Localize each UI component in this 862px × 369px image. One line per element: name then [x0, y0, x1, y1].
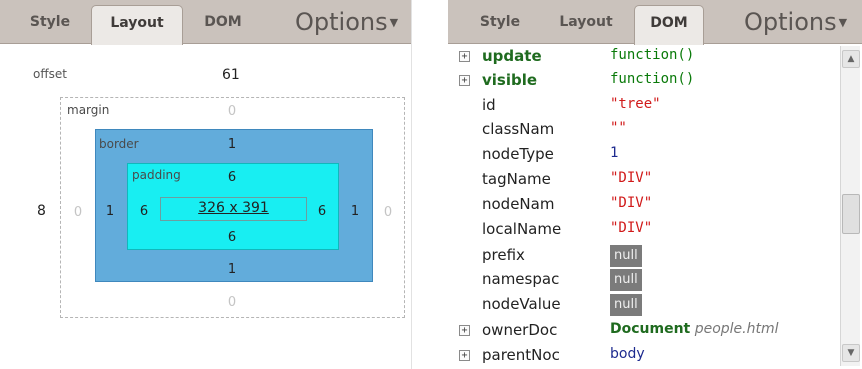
tab-layout[interactable]: Layout [545, 5, 627, 43]
property-name: tagName [482, 170, 551, 188]
dom-row[interactable]: localName "DIV" [448, 219, 838, 243]
padding-bottom-value: 6 [227, 230, 237, 245]
padding-top-value: 6 [227, 170, 237, 185]
padding-label: padding [132, 168, 181, 182]
offset-label: offset [33, 67, 67, 81]
dom-row[interactable]: id "tree" [448, 95, 838, 119]
null-badge: null [610, 294, 642, 316]
property-name: nodeValue [482, 295, 561, 313]
dom-row[interactable]: namespac null [448, 269, 838, 293]
object-type: Document [610, 321, 691, 337]
property-name: nodeType [482, 145, 554, 163]
dom-row[interactable]: + visible function() [448, 70, 838, 94]
scroll-down-icon[interactable]: ▼ [842, 344, 860, 362]
expand-icon[interactable]: + [459, 51, 470, 62]
dom-row[interactable]: nodeNam "DIV" [448, 194, 838, 218]
tab-dom[interactable]: DOM [634, 5, 704, 45]
padding-right-value: 6 [317, 204, 327, 219]
property-value[interactable]: Document people.html [610, 321, 779, 337]
property-name: visible [482, 71, 538, 89]
border-right-value: 1 [350, 204, 360, 219]
layout-panel: Style Layout DOM Options ▼ offset 61 8 ma… [0, 0, 412, 369]
property-value[interactable]: "tree" [610, 96, 661, 112]
border-top-value: 1 [227, 137, 237, 152]
scroll-up-icon[interactable]: ▲ [842, 50, 860, 68]
offset-left-value: 8 [37, 203, 46, 219]
dom-row[interactable]: + update function() [448, 46, 838, 70]
margin-bottom-value: 0 [227, 295, 237, 310]
dom-row[interactable]: tagName "DIV" [448, 169, 838, 193]
property-name: parentNoc [482, 346, 560, 364]
content-size: 326 x 391 [198, 200, 269, 216]
property-value[interactable]: "DIV" [610, 170, 652, 186]
property-name: nodeNam [482, 195, 555, 213]
property-value[interactable]: "DIV" [610, 220, 652, 236]
property-value[interactable]: function() [610, 71, 694, 87]
caret-down-icon: ▼ [838, 16, 848, 29]
dom-row[interactable]: prefix null [448, 245, 838, 269]
options-label: Options [295, 8, 388, 36]
dom-row[interactable]: nodeType 1 [448, 144, 838, 168]
dom-panel: Style Layout DOM Options ▼ + update funct… [448, 0, 862, 369]
options-menu[interactable]: Options ▼ [295, 6, 398, 39]
property-name: localName [482, 220, 562, 238]
margin-top-value: 0 [227, 104, 237, 119]
property-name: update [482, 47, 542, 65]
expand-icon[interactable]: + [459, 350, 470, 361]
dom-row[interactable]: + ownerDoc Document people.html [448, 320, 838, 344]
padding-left-value: 6 [139, 204, 149, 219]
property-value[interactable]: "DIV" [610, 195, 652, 211]
property-value[interactable]: "" [610, 120, 627, 136]
property-name: classNam [482, 120, 555, 138]
offset-top-value: 61 [222, 67, 240, 83]
object-file: people.html [694, 321, 779, 337]
tab-layout[interactable]: Layout [91, 5, 183, 45]
options-menu[interactable]: Options ▼ [744, 6, 847, 39]
scrollbar-thumb[interactable] [842, 194, 860, 234]
margin-right-value: 0 [383, 205, 393, 220]
property-value[interactable]: body [610, 346, 645, 362]
property-name: ownerDoc [482, 321, 558, 339]
property-value[interactable]: function() [610, 47, 694, 63]
margin-left-value: 0 [73, 205, 83, 220]
options-label: Options [744, 8, 837, 36]
tab-style[interactable]: Style [20, 5, 80, 43]
margin-label: margin [67, 103, 110, 117]
tab-dom[interactable]: DOM [192, 5, 254, 43]
left-tab-bar: Style Layout DOM Options ▼ [0, 0, 411, 45]
property-name: prefix [482, 246, 525, 264]
dom-row[interactable]: + parentNoc body [448, 345, 838, 369]
dom-row[interactable]: classNam "" [448, 119, 838, 143]
vertical-scrollbar[interactable]: ▲ ▼ [840, 46, 860, 366]
caret-down-icon: ▼ [389, 16, 399, 29]
expand-icon[interactable]: + [459, 325, 470, 336]
dom-row[interactable]: nodeValue null [448, 294, 838, 318]
expand-icon[interactable]: + [459, 75, 470, 86]
property-name: namespac [482, 270, 560, 288]
null-badge: null [610, 245, 642, 267]
property-name: id [482, 96, 496, 114]
right-tab-bar: Style Layout DOM Options ▼ [448, 0, 862, 45]
border-bottom-value: 1 [227, 262, 237, 277]
border-label: border [99, 137, 139, 151]
tab-style[interactable]: Style [470, 5, 530, 43]
border-left-value: 1 [105, 204, 115, 219]
null-badge: null [610, 269, 642, 291]
property-value[interactable]: 1 [610, 145, 618, 161]
